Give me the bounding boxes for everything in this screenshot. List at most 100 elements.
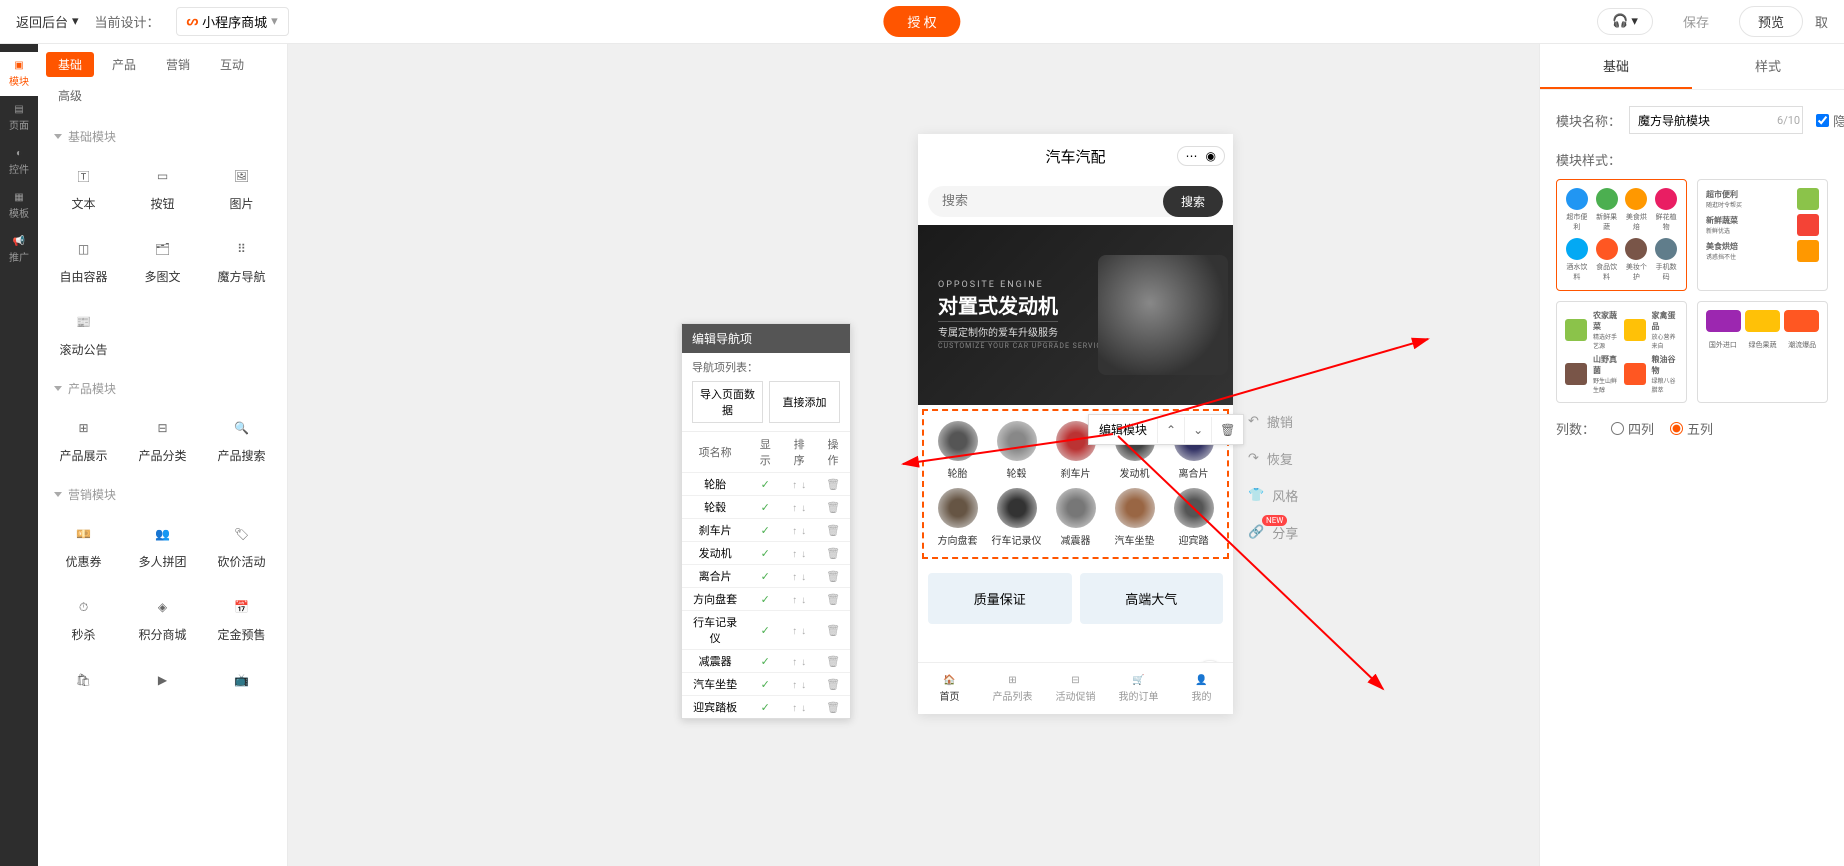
move-down-icon[interactable]: ↓: [799, 657, 808, 668]
tab-interact[interactable]: 互动: [208, 52, 256, 77]
nav-item[interactable]: 轮胎: [928, 421, 987, 480]
phone-banner[interactable]: OPPOSITE ENGINE 对置式发动机 专属定制你的爱车升级服务 CUST…: [918, 225, 1233, 405]
move-down-icon[interactable]: ↓: [799, 703, 808, 714]
rail-controls[interactable]: ◐控件: [0, 140, 38, 184]
move-up-icon[interactable]: ↑: [790, 503, 799, 514]
move-down-icon[interactable]: ↓: [799, 549, 808, 560]
cancel-button[interactable]: 取: [1815, 12, 1828, 31]
trash-icon[interactable]: 🗑: [826, 570, 840, 583]
hide-checkbox[interactable]: 隐藏: [1816, 111, 1844, 130]
move-up-icon[interactable]: ↑: [790, 703, 799, 714]
nav-item[interactable]: 减震器: [1046, 488, 1105, 547]
delete-icon[interactable]: 🗑: [1211, 417, 1243, 443]
rail-promo[interactable]: 📢推广: [0, 228, 38, 272]
mod-deposit[interactable]: 📅定金预售: [204, 584, 279, 653]
check-icon[interactable]: ✓: [761, 570, 770, 583]
move-up-icon[interactable]: ↑: [790, 680, 799, 691]
trash-icon[interactable]: 🗑: [826, 478, 840, 491]
phone-search-input[interactable]: [928, 186, 1163, 217]
edit-module-label[interactable]: 编辑模块: [1089, 415, 1157, 444]
section-basic-title[interactable]: 基础模块: [46, 116, 279, 153]
mod-text[interactable]: 🅃文本: [46, 153, 121, 222]
check-icon[interactable]: ✓: [761, 524, 770, 537]
mod-button[interactable]: ▭按钮: [125, 153, 200, 222]
import-data-button[interactable]: 导入页面数据: [692, 381, 763, 423]
move-down-icon[interactable]: ↓: [799, 595, 808, 606]
props-tab-basic[interactable]: 基础: [1540, 44, 1692, 89]
mod-magicnav[interactable]: ⠿魔方导航: [204, 226, 279, 295]
radio-5col[interactable]: 五列: [1670, 419, 1713, 438]
rail-templates[interactable]: ▦模板: [0, 184, 38, 228]
mod-groupbuy[interactable]: 👥多人拼团: [125, 511, 200, 580]
miniprogram-capsule[interactable]: ⋯ ◉: [1177, 146, 1225, 166]
quality-card-2[interactable]: 高端大气: [1080, 573, 1224, 624]
tabbar-orders[interactable]: 🛒我的订单: [1107, 663, 1170, 714]
props-tab-style[interactable]: 样式: [1692, 44, 1844, 89]
move-down-icon[interactable]: ↓: [799, 626, 808, 637]
trash-icon[interactable]: 🗑: [826, 701, 840, 714]
style-button[interactable]: 👕风格: [1248, 486, 1298, 505]
trash-icon[interactable]: 🗑: [826, 593, 840, 606]
quality-card-1[interactable]: 质量保证: [928, 573, 1072, 624]
tabbar-home[interactable]: 🏠首页: [918, 663, 981, 714]
mod-coupon[interactable]: 💴优惠券: [46, 511, 121, 580]
mod-extra3[interactable]: 📺: [204, 657, 279, 709]
mod-image[interactable]: 🖼图片: [204, 153, 279, 222]
tabbar-mine[interactable]: 👤我的: [1170, 663, 1233, 714]
move-up-icon[interactable]: ↑: [790, 480, 799, 491]
rail-modules[interactable]: ▣模块: [0, 52, 38, 96]
nav-item[interactable]: 迎宾踏: [1164, 488, 1223, 547]
move-down-icon[interactable]: ↓: [799, 526, 808, 537]
trash-icon[interactable]: 🗑: [826, 547, 840, 560]
move-up-icon[interactable]: ⌃: [1157, 417, 1184, 443]
section-marketing-title[interactable]: 营销模块: [46, 474, 279, 511]
nav-item[interactable]: 行车记录仪: [987, 488, 1046, 547]
mod-product-category[interactable]: ⊟产品分类: [125, 405, 200, 474]
move-down-icon[interactable]: ↓: [799, 572, 808, 583]
authorize-button[interactable]: 授 权: [883, 6, 960, 37]
check-icon[interactable]: ✓: [761, 547, 770, 560]
undo-button[interactable]: ↶撤销: [1248, 412, 1298, 431]
check-icon[interactable]: ✓: [761, 701, 770, 714]
section-product-title[interactable]: 产品模块: [46, 368, 279, 405]
float-phone-icon[interactable]: 📞: [1195, 660, 1225, 662]
move-up-icon[interactable]: ↑: [790, 595, 799, 606]
mod-freecontainer[interactable]: ◫自由容器: [46, 226, 121, 295]
share-button[interactable]: NEW🔗分享: [1248, 523, 1298, 542]
check-icon[interactable]: ✓: [761, 593, 770, 606]
nav-item[interactable]: 方向盘套: [928, 488, 987, 547]
design-selector[interactable]: ᔕ 小程序商城 ▾: [176, 7, 289, 36]
save-button[interactable]: 保存: [1665, 7, 1727, 36]
tab-basic[interactable]: 基础: [46, 52, 94, 77]
check-icon[interactable]: ✓: [761, 624, 770, 637]
move-up-icon[interactable]: ↑: [790, 526, 799, 537]
trash-icon[interactable]: 🗑: [826, 501, 840, 514]
rail-pages[interactable]: ▤页面: [0, 96, 38, 140]
mod-flash[interactable]: ⏱秒杀: [46, 584, 121, 653]
style-card-2[interactable]: 超市便利随逛时令帮买 新鲜蔬菜新鲜优选 美食烘焙诱惑挡不住: [1697, 179, 1828, 291]
mod-multiimage[interactable]: 🗂多图文: [125, 226, 200, 295]
move-up-icon[interactable]: ↑: [790, 626, 799, 637]
mod-product-display[interactable]: ⊞产品展示: [46, 405, 121, 474]
direct-add-button[interactable]: 直接添加: [769, 381, 840, 423]
style-card-4[interactable]: 国外进口绿色果蔬潮流爆品: [1697, 301, 1828, 403]
move-down-icon[interactable]: ⌄: [1184, 417, 1211, 443]
check-icon[interactable]: ✓: [761, 501, 770, 514]
tab-product[interactable]: 产品: [100, 52, 148, 77]
trash-icon[interactable]: 🗑: [826, 624, 840, 637]
trash-icon[interactable]: 🗑: [826, 655, 840, 668]
check-icon[interactable]: ✓: [761, 478, 770, 491]
mod-points[interactable]: ◈积分商城: [125, 584, 200, 653]
tabbar-promo[interactable]: ⊟活动促销: [1044, 663, 1107, 714]
check-icon[interactable]: ✓: [761, 678, 770, 691]
canvas[interactable]: 编辑导航项 导航项列表： 导入页面数据 直接添加 项名称 显示 排序 操作 轮胎…: [288, 44, 1539, 866]
move-up-icon[interactable]: ↑: [790, 549, 799, 560]
headset-button[interactable]: 🎧 ▾: [1597, 8, 1653, 35]
move-up-icon[interactable]: ↑: [790, 572, 799, 583]
move-down-icon[interactable]: ↓: [799, 480, 808, 491]
back-to-admin-button[interactable]: 返回后台 ▾: [16, 12, 79, 31]
trash-icon[interactable]: 🗑: [826, 678, 840, 691]
mod-extra2[interactable]: ▶: [125, 657, 200, 709]
nav-item[interactable]: 汽车坐垫: [1105, 488, 1164, 547]
style-card-3[interactable]: 农家蔬菜精选好手艺源 家禽蛋品放心营养来自 山野真菌野生山鲜生醇 粮油谷物绿粮八…: [1556, 301, 1687, 403]
